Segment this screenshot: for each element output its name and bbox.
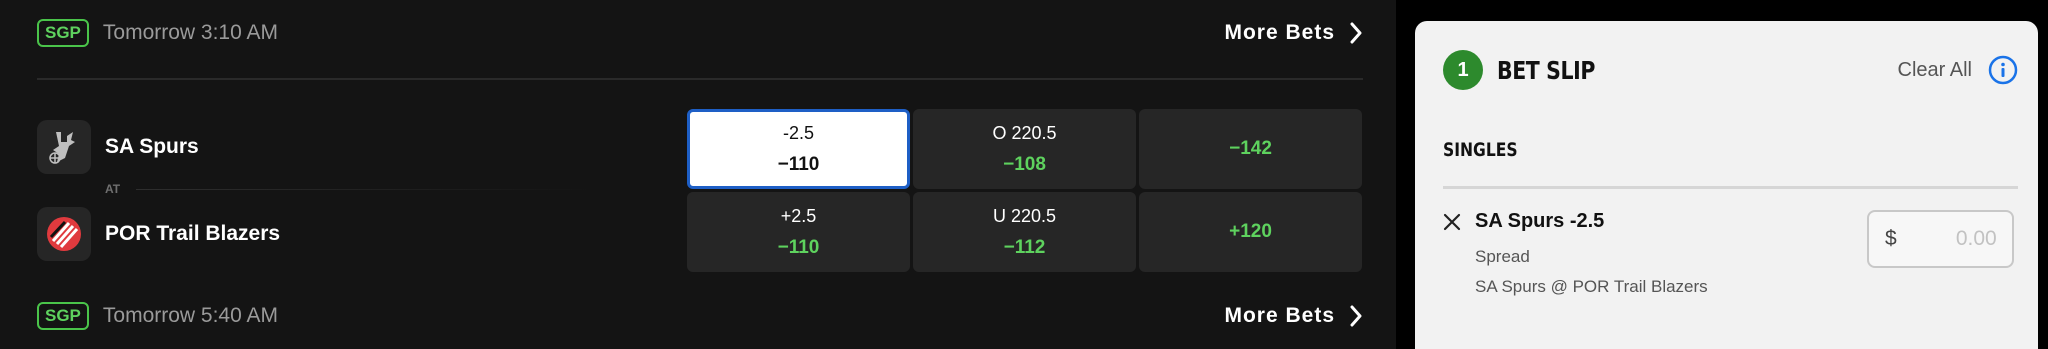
away-moneyline-price: −142 <box>1229 138 1272 159</box>
bet-count-badge: 1 <box>1443 50 1483 90</box>
away-team-name: SA Spurs <box>105 135 199 158</box>
wager-field[interactable]: $ <box>1867 210 2014 268</box>
more-bets-label: More Bets <box>1224 304 1335 327</box>
game-time: Tomorrow 3:10 AM <box>102 21 278 44</box>
sportsbook-page: SGP Tomorrow 3:10 AM More Bets SA Spurs <box>0 0 2048 349</box>
home-spread-price: −110 <box>777 236 820 258</box>
clear-all-button[interactable]: Clear All <box>1898 59 1972 82</box>
at-label: AT <box>105 182 121 196</box>
chevron-right-icon <box>1350 305 1362 327</box>
pick-matchup: SA Spurs @ POR Trail Blazers <box>1475 277 1708 296</box>
odds-grid: -2.5 −110 O 220.5 −108 −142 +2.5 −110 U … <box>687 109 1362 272</box>
team-row-home: POR Trail Blazers <box>37 207 637 261</box>
sgp-badge: SGP <box>37 302 89 330</box>
away-moneyline-button[interactable]: −142 <box>1139 109 1362 189</box>
home-moneyline-button[interactable]: +120 <box>1139 192 1362 272</box>
more-bets-label: More Bets <box>1224 21 1335 44</box>
game-header: SGP Tomorrow 3:10 AM More Bets <box>37 17 1363 49</box>
info-icon[interactable] <box>1988 55 2018 85</box>
team-row-away: SA Spurs <box>37 120 637 174</box>
away-spread-line: -2.5 <box>782 122 815 143</box>
home-moneyline-price: +120 <box>1229 221 1272 242</box>
at-line <box>136 188 595 190</box>
at-separator: AT <box>105 182 595 196</box>
sgp-badge: SGP <box>37 19 89 47</box>
close-icon[interactable] <box>1443 213 1461 231</box>
trail-blazers-logo-icon <box>37 207 91 261</box>
currency-symbol: $ <box>1885 227 1897 250</box>
away-total-button[interactable]: O 220.5 −108 <box>913 109 1136 189</box>
singles-section-label: SINGLES <box>1443 139 1518 161</box>
more-bets-button[interactable]: More Bets <box>1224 21 1363 45</box>
away-total-price: −108 <box>1003 153 1046 175</box>
home-total-line: U 220.5 <box>992 205 1057 226</box>
bet-slip-panel: 1 BET SLIP Clear All SINGLES SA Spurs -2… <box>1415 21 2038 349</box>
chevron-right-icon <box>1350 22 1362 44</box>
away-spread-button[interactable]: -2.5 −110 <box>687 109 910 189</box>
game-header-next: SGP Tomorrow 5:40 AM More Bets <box>37 300 1363 332</box>
home-spread-line: +2.5 <box>780 205 817 226</box>
more-bets-button[interactable]: More Bets <box>1224 304 1363 328</box>
spurs-logo-icon <box>37 120 91 174</box>
away-total-line: O 220.5 <box>992 122 1057 143</box>
away-spread-price: −110 <box>777 153 820 175</box>
bet-slip-title: BET SLIP <box>1497 55 1595 85</box>
bet-slip-header: 1 BET SLIP Clear All <box>1443 49 2018 91</box>
home-total-price: −112 <box>1003 236 1046 258</box>
home-total-button[interactable]: U 220.5 −112 <box>913 192 1136 272</box>
section-divider <box>1443 186 2018 189</box>
game-time: Tomorrow 5:40 AM <box>102 304 278 327</box>
home-team-name: POR Trail Blazers <box>105 222 281 245</box>
pick-market-type: Spread <box>1475 247 1530 266</box>
games-panel: SGP Tomorrow 3:10 AM More Bets SA Spurs <box>0 0 1396 349</box>
home-spread-button[interactable]: +2.5 −110 <box>687 192 910 272</box>
wager-input[interactable] <box>1906 227 1997 251</box>
header-divider <box>37 78 1363 80</box>
pick-name: SA Spurs -2.5 <box>1475 210 1605 232</box>
